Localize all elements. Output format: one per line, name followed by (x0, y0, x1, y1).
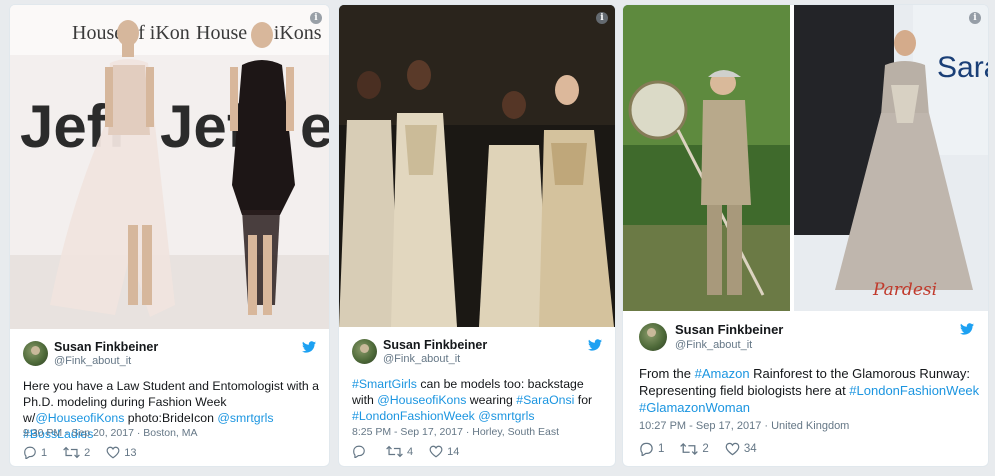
retweet-button[interactable]: 2 (63, 446, 90, 459)
tweet-actions: 1 2 13 (23, 446, 153, 459)
like-count: 14 (447, 445, 460, 458)
reply-button[interactable]: 1 (23, 446, 47, 459)
heart-icon (429, 445, 443, 458)
tweet-header: Susan Finkbeiner @Fink_about_it (352, 338, 602, 367)
author-handle[interactable]: @Fink_about_it (54, 355, 131, 367)
rainforest-runway-photo: Sara Pardesi (623, 5, 988, 311)
hashtag-link[interactable]: #SmartGirls (352, 377, 417, 391)
author-handle[interactable]: @Fink_about_it (675, 339, 752, 351)
tweet-timestamp[interactable]: 9:30 PM - Sep 20, 2017 · Boston, MA (23, 427, 198, 439)
tweet-header: Susan Finkbeiner @Fink_about_it (639, 322, 974, 351)
tweet-header: Susan Finkbeiner @Fink_about_it (23, 340, 316, 369)
retweet-count: 4 (407, 445, 414, 458)
retweet-icon (680, 442, 699, 456)
hashtag-link[interactable]: #Amazon (695, 366, 750, 381)
retweet-button[interactable]: 4 (386, 445, 413, 458)
info-icon[interactable]: i (596, 12, 608, 24)
twitter-bird-icon[interactable] (302, 341, 316, 353)
tweet-text: From the #Amazon Rainforest to the Glamo… (639, 366, 980, 415)
retweet-count: 2 (84, 446, 91, 459)
reply-button[interactable]: 1 (639, 442, 664, 456)
mention-link[interactable]: @HouseofiKons (35, 411, 124, 425)
backdrop-sponsor-text: Sara (937, 51, 988, 84)
reply-count: 1 (41, 446, 48, 459)
mention-link[interactable]: @smrtgrls (217, 411, 273, 425)
like-count: 34 (743, 443, 757, 455)
hashtag-link[interactable]: #GlamazonWoman (639, 400, 750, 415)
mention-link[interactable]: @HouseofiKons (377, 393, 466, 407)
tweet-card[interactable]: House of iKon House of iKons Jeff Jef e … (9, 4, 330, 467)
retweet-icon (63, 446, 80, 459)
author-name[interactable]: Susan Finkbeiner (675, 322, 783, 337)
tweet-actions: 1 2 34 (639, 442, 773, 456)
tweet-timestamp[interactable]: 10:27 PM - Sep 17, 2017 · United Kingdom (639, 420, 849, 432)
twitter-bird-icon[interactable] (588, 339, 602, 351)
reply-icon (353, 445, 365, 458)
like-count: 13 (124, 446, 137, 459)
heart-icon (725, 442, 740, 456)
heart-icon (106, 446, 120, 459)
avatar[interactable] (352, 339, 377, 364)
hashtag-link[interactable]: #LondonFashionWeek (352, 409, 475, 423)
twitter-bird-icon[interactable] (960, 323, 974, 335)
info-icon[interactable]: i (969, 12, 981, 24)
info-icon[interactable]: i (310, 12, 322, 24)
reply-icon (24, 446, 36, 459)
mention-link[interactable]: @smrtgrls (478, 409, 534, 423)
author-name[interactable]: Susan Finkbeiner (54, 340, 158, 354)
like-button[interactable]: 14 (429, 445, 459, 458)
tweet-photo[interactable]: House of iKon House of iKons Jeff Jef e … (10, 5, 329, 329)
runway-photo: House of iKon House of iKons Jeff Jef e (10, 5, 329, 329)
author-handle[interactable]: @Fink_about_it (383, 353, 460, 365)
retweet-count: 2 (702, 443, 709, 455)
tweet-card[interactable]: i Susan Finkbeiner @Fink_about_it #Smart… (338, 4, 616, 467)
tweet-timestamp[interactable]: 8:25 PM - Sep 17, 2017 · Horley, South E… (352, 426, 559, 438)
backstage-photo (339, 5, 615, 327)
hashtag-link[interactable]: #LondonFashionWeek (849, 383, 979, 398)
avatar[interactable] (639, 323, 667, 351)
reply-icon (640, 442, 653, 456)
tweet-photo[interactable]: i (339, 5, 615, 327)
tweet-photo[interactable]: Sara Pardesi i (623, 5, 988, 311)
reply-button[interactable] (352, 445, 370, 458)
reply-count: 1 (658, 443, 665, 455)
retweet-button[interactable]: 2 (680, 442, 709, 456)
like-button[interactable]: 34 (725, 442, 757, 456)
tweet-text: #SmartGirls can be models too: backstage… (352, 377, 593, 423)
like-button[interactable]: 13 (106, 446, 137, 459)
backdrop-sponsor-text: e (300, 93, 329, 160)
tweet-actions: 4 14 (352, 445, 475, 458)
avatar[interactable] (23, 341, 48, 366)
author-name[interactable]: Susan Finkbeiner (383, 338, 487, 352)
designer-watermark: Pardesi (872, 280, 937, 300)
tweet-card[interactable]: Sara Pardesi i Susan Finkbeiner @Fink_ab… (622, 4, 989, 467)
retweet-icon (386, 445, 403, 458)
hashtag-link[interactable]: #SaraOnsi (516, 393, 574, 407)
